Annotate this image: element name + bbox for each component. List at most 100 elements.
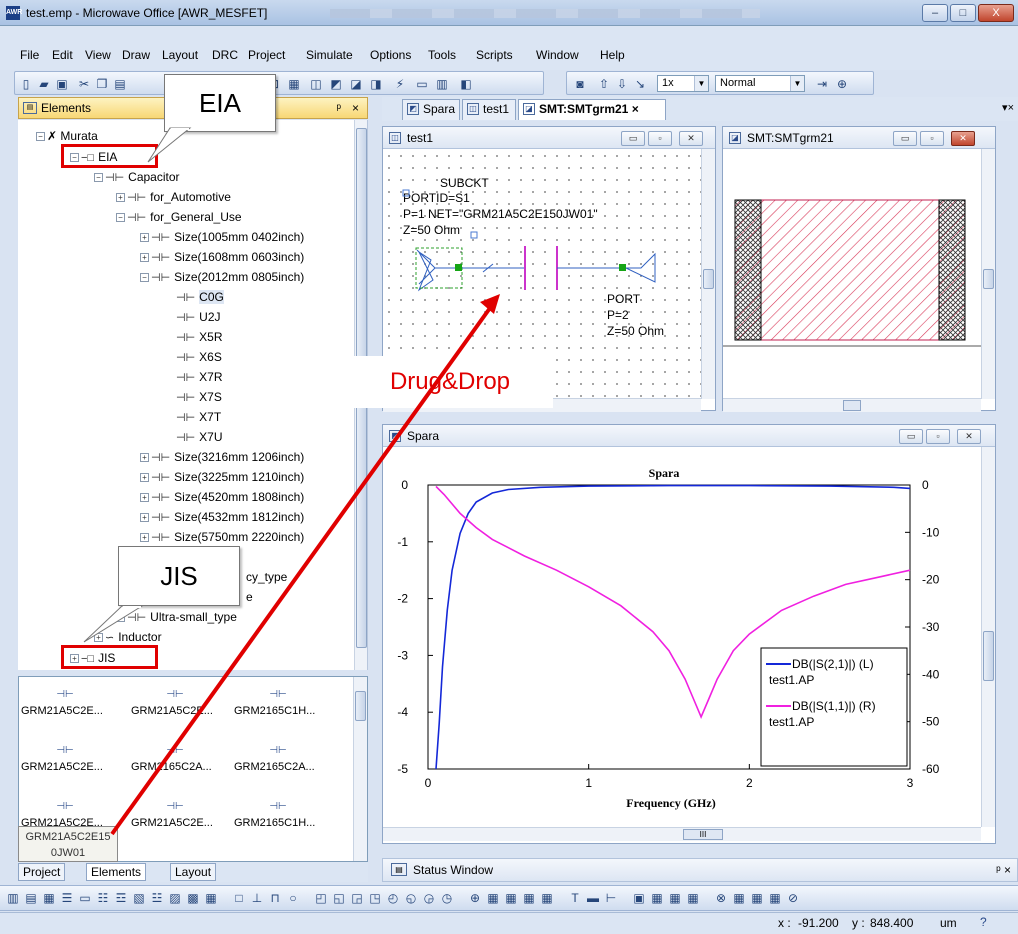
part-cell[interactable]: ⊣⊢ GRM21A5C2E... xyxy=(21,689,103,717)
view-mode-select[interactable]: Normal ▼ xyxy=(715,75,805,92)
tree-leaf[interactable]: ⊣⊢ X6S xyxy=(176,347,222,367)
draw-tool-icon[interactable]: ▦ xyxy=(522,891,536,905)
close-button[interactable]: ✕ xyxy=(957,429,981,444)
copy-icon[interactable]: ❐ xyxy=(95,77,109,91)
open-icon[interactable]: ▰ xyxy=(37,77,51,91)
pad-left[interactable] xyxy=(734,199,762,341)
simulate-icon[interactable]: ⚡ xyxy=(393,77,407,91)
tree-leaf[interactable]: ⊣⊢ X7R xyxy=(176,367,223,387)
layout-canvas[interactable] xyxy=(723,150,981,400)
draw-tool-icon[interactable]: ◲ xyxy=(350,891,364,905)
flip-icon[interactable]: ⇥ xyxy=(815,77,829,91)
draw-tool-icon[interactable]: ▦ xyxy=(204,891,218,905)
draw-tool-icon[interactable]: ◵ xyxy=(404,891,418,905)
move-up-icon[interactable]: ⇧ xyxy=(597,77,611,91)
part-cell[interactable]: ⊣⊢ GRM2165C1H... xyxy=(234,689,315,717)
collapse-icon[interactable]: − xyxy=(36,132,45,141)
tree-item-size-3225[interactable]: + ⊣⊢ Size(3225mm 1210inch) xyxy=(140,467,304,487)
part-cell[interactable]: ⊣⊢ GRM2165C2A... xyxy=(234,745,315,773)
menu-edit[interactable]: Edit xyxy=(52,48,73,62)
draw-tool-icon[interactable]: ▦ xyxy=(540,891,554,905)
add-layout-icon[interactable]: ◪ xyxy=(349,77,363,91)
expand-icon[interactable]: + xyxy=(140,473,149,482)
menu-project[interactable]: Project xyxy=(248,48,285,62)
draw-tool-icon[interactable]: ⊓ xyxy=(268,891,282,905)
expand-icon[interactable]: + xyxy=(116,193,125,202)
collapse-icon[interactable]: − xyxy=(140,273,149,282)
maximize-button[interactable]: ▫ xyxy=(926,429,950,444)
minimize-button[interactable]: ▭ xyxy=(621,131,645,146)
close-button[interactable]: ✕ xyxy=(679,131,703,146)
expand-icon[interactable]: + xyxy=(140,453,149,462)
tree-leaf[interactable]: ⊣⊢ X7U xyxy=(176,427,223,447)
tree-item-for-general-use[interactable]: − ⊣⊢ for_General_Use xyxy=(116,207,242,227)
draw-tool-icon[interactable]: ☰ xyxy=(60,891,74,905)
tree-item-size-5750[interactable]: + ⊣⊢ Size(5750mm 2220inch) xyxy=(140,527,304,547)
layout-save-icon[interactable]: ◙ xyxy=(573,77,587,91)
scroll-thumb[interactable] xyxy=(983,269,994,289)
tab-project[interactable]: Project xyxy=(18,863,66,881)
cut-icon[interactable]: ✂ xyxy=(77,77,91,91)
pin-icon[interactable]: ᵖ xyxy=(336,98,341,118)
draw-tool-icon[interactable]: ▦ xyxy=(504,891,518,905)
tree-item-size-1608[interactable]: + ⊣⊢ Size(1608mm 0603inch) xyxy=(140,247,304,267)
tune-icon[interactable]: ▭ xyxy=(415,77,429,91)
menu-layout[interactable]: Layout xyxy=(162,48,198,62)
draw-tool-icon[interactable]: ▦ xyxy=(768,891,782,905)
tree-leaf[interactable]: ⊣⊢ U2J xyxy=(176,307,221,327)
minimize-button[interactable]: – xyxy=(922,4,948,22)
menu-window[interactable]: Window xyxy=(536,48,579,62)
scroll-thumb[interactable] xyxy=(703,269,714,289)
yield-icon[interactable]: ◧ xyxy=(459,77,473,91)
parts-scrollbar[interactable] xyxy=(353,677,367,861)
close-icon[interactable]: × xyxy=(352,98,359,118)
draw-tool-icon[interactable]: ☳ xyxy=(150,891,164,905)
tab-list-icon[interactable]: ▾× xyxy=(1002,101,1014,114)
draw-tool-icon[interactable]: ◶ xyxy=(422,891,436,905)
collapse-icon[interactable]: − xyxy=(116,213,125,222)
expand-icon[interactable]: + xyxy=(140,493,149,502)
close-icon[interactable]: × xyxy=(632,102,639,116)
schematic-vscroll[interactable] xyxy=(701,149,715,399)
part-cell[interactable]: ⊣⊢ GRM21A5C2E... xyxy=(21,745,103,773)
pad-right[interactable] xyxy=(938,199,966,341)
draw-tool-icon[interactable]: ○ xyxy=(286,891,300,905)
close-button[interactable]: X xyxy=(978,4,1014,22)
help-icon[interactable]: ? xyxy=(980,915,987,929)
scroll-thumb[interactable]: III xyxy=(683,829,723,840)
optimize-icon[interactable]: ▥ xyxy=(435,77,449,91)
add-measure-icon[interactable]: ◨ xyxy=(369,77,383,91)
draw-tool-icon[interactable]: ◰ xyxy=(314,891,328,905)
fit-icon[interactable]: ▦ xyxy=(287,77,301,91)
part-cell[interactable]: ⊣⊢ GRM21A5C2E... xyxy=(131,689,213,717)
tree-leaf[interactable]: ⊣⊢ X5R xyxy=(176,327,223,347)
scroll-thumb[interactable] xyxy=(843,400,861,411)
tree-item-partial[interactable]: cy_type xyxy=(246,567,287,587)
draw-tool-icon[interactable]: T xyxy=(568,891,582,905)
add-graph-icon[interactable]: ◩ xyxy=(329,77,343,91)
minimize-button[interactable]: ▭ xyxy=(893,131,917,146)
menu-help[interactable]: Help xyxy=(600,48,625,62)
draw-tool-icon[interactable]: ▦ xyxy=(486,891,500,905)
tree-item-size-4532[interactable]: + ⊣⊢ Size(4532mm 1812inch) xyxy=(140,507,304,527)
draw-tool-icon[interactable]: ▧ xyxy=(132,891,146,905)
draw-tool-icon[interactable]: ⊗ xyxy=(714,891,728,905)
part-cell[interactable]: ⊣⊢ GRM2165C2A... xyxy=(131,745,212,773)
tab-smt[interactable]: ◪ SMT:SMTgrm21 × xyxy=(518,99,666,120)
maximize-button[interactable]: ▫ xyxy=(920,131,944,146)
draw-tool-icon[interactable]: ▦ xyxy=(732,891,746,905)
part-cell[interactable]: ⊣⊢ GRM2165C1H... xyxy=(234,801,315,829)
align-icon[interactable]: ⊕ xyxy=(835,77,849,91)
tree-item-partial[interactable]: e xyxy=(246,587,253,607)
pin-close-icon[interactable]: ᵖ × xyxy=(996,859,1011,881)
draw-tool-icon[interactable]: ▦ xyxy=(668,891,682,905)
draw-tool-icon[interactable]: □ xyxy=(232,891,246,905)
snap-icon[interactable]: ↘ xyxy=(633,77,647,91)
tab-elements[interactable]: Elements xyxy=(86,863,147,881)
draw-tool-icon[interactable]: ▨ xyxy=(168,891,182,905)
spara-chart[interactable]: Spara 0 1 2 30-1-2-3-4-50-10-20-30-40-50-60… xyxy=(391,455,975,823)
graph-hscroll[interactable]: III xyxy=(383,827,981,841)
tree-leaf[interactable]: ⊣⊢ X7T xyxy=(176,407,221,427)
scroll-thumb[interactable] xyxy=(983,631,994,681)
draw-tool-icon[interactable]: ▤ xyxy=(24,891,38,905)
